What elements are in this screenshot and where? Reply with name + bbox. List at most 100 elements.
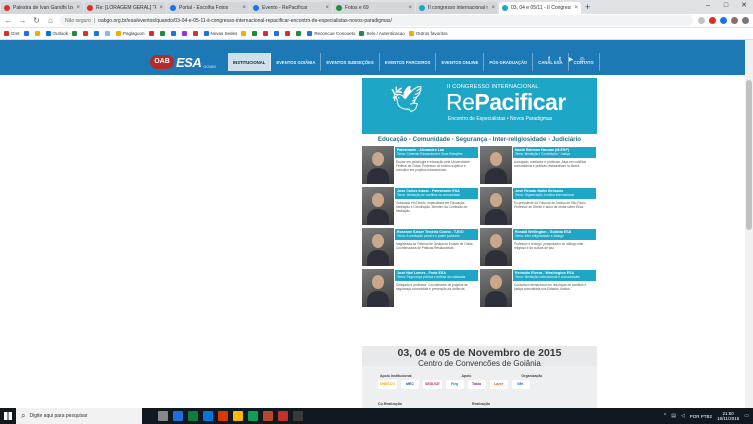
support-logo[interactable]: SEDUCE [422, 380, 442, 389]
taskbar-app-icon[interactable] [233, 411, 243, 421]
bookmark-item[interactable] [285, 31, 292, 36]
bookmark-item[interactable] [170, 31, 178, 36]
social-links: f t ▶ ◎ [545, 56, 586, 64]
speaker-header: Nacib Rahman Hannan (M-ESP) Tema: Mediaçã… [513, 147, 596, 158]
volume-icon[interactable]: ◁ [681, 413, 685, 419]
new-tab-button[interactable]: + [585, 1, 590, 14]
clock[interactable]: 21:50 16/11/2015 [717, 411, 739, 421]
profile-avatar[interactable] [731, 17, 738, 24]
bookmark-item[interactable]: Reconcue Conoueto [307, 31, 355, 36]
maximize-button[interactable]: □ [717, 0, 735, 12]
browser-tab[interactable]: II congresso internacional repac× [416, 2, 498, 14]
bookmark-item[interactable] [159, 31, 167, 36]
bookmark-item[interactable] [23, 31, 31, 36]
bookmark-item[interactable] [274, 31, 281, 36]
tray-chevron-icon[interactable]: ^ [664, 413, 666, 419]
bookmark-item[interactable] [181, 31, 189, 36]
taskbar-app-icon[interactable] [263, 411, 273, 421]
taskbar-app-icon[interactable] [293, 411, 303, 421]
support-logo[interactable]: UNESCO [378, 380, 397, 389]
taskbar-app-icon[interactable] [203, 411, 213, 421]
bookmark-item[interactable]: Selo / Autenticacao [359, 31, 405, 36]
bookmark-item[interactable] [296, 31, 303, 36]
tab-close-icon[interactable]: × [491, 5, 495, 11]
minimize-button[interactable]: – [699, 0, 717, 12]
bookmark-item[interactable] [148, 31, 156, 36]
taskbar-app-icon[interactable] [188, 411, 198, 421]
bookmark-favicon-icon [263, 31, 269, 36]
menu-item[interactable]: EVENTOS SUBSEÇÕES [321, 53, 380, 71]
network-icon[interactable]: ▤ [671, 413, 676, 419]
bookmark-item[interactable] [263, 31, 270, 36]
bookmark-item[interactable]: Outros favoritos [408, 31, 448, 36]
tab-close-icon[interactable]: × [408, 5, 412, 11]
bookmark-item[interactable] [241, 31, 248, 36]
accessibility-bar[interactable]: ◄ ACESSÍVEL PARA DEFICIENTES VISUAIS [0, 40, 745, 54]
forward-icon[interactable]: → [18, 16, 27, 25]
tab-close-icon[interactable]: × [159, 5, 163, 11]
bookmark-item[interactable] [94, 31, 101, 36]
url-input[interactable]: Não seguro | oabgo.org.br/esa/eventos/qu… [60, 15, 693, 26]
browser-tab[interactable]: Fotos e 69 × [333, 2, 415, 14]
tab-close-icon[interactable]: × [242, 5, 246, 11]
bookmark-item[interactable] [192, 31, 200, 36]
support-logo[interactable]: IMK [511, 380, 530, 389]
menu-icon[interactable] [742, 17, 749, 24]
tab-close-icon[interactable]: × [325, 5, 329, 11]
input-language[interactable]: POR PTB2 [690, 414, 712, 419]
bookmark-label: Selo / Autenticacao [366, 31, 405, 36]
site-logo[interactable]: OAB ESA GOIÁS [150, 53, 216, 71]
facebook-icon[interactable]: f [545, 56, 553, 64]
taskbar-app-icon[interactable] [278, 411, 288, 421]
support-logo[interactable]: MEC [400, 380, 419, 389]
extension-icon[interactable] [709, 17, 716, 24]
notifications-icon[interactable]: ▭ [744, 413, 749, 419]
browser-tab[interactable]: Re: [LORAGEM GERAL] "RePacific"× [84, 2, 166, 14]
menu-item[interactable]: EVENTOS ONLINE [436, 53, 485, 71]
menu-item[interactable]: EVENTOS GOIÂNIA [271, 53, 322, 71]
taskbar-app-icon[interactable] [173, 411, 183, 421]
taskbar-app-icon[interactable] [248, 411, 258, 421]
home-icon[interactable]: ⌂ [46, 16, 55, 25]
menu-item[interactable]: INSTITUCIONAL [228, 53, 272, 71]
taskbar-app-icon[interactable] [158, 411, 168, 421]
bookmark-item[interactable]: Outlook [45, 31, 68, 36]
browser-tab[interactable]: Evento - RePacificar × [250, 2, 332, 14]
tab-close-icon[interactable]: × [76, 5, 80, 11]
start-button[interactable] [0, 408, 16, 424]
support-logo[interactable]: Fieg [445, 380, 464, 389]
speaker-topic: Tema: Mediação internacional e comunidad… [515, 275, 580, 279]
bookmark-star-icon[interactable] [698, 17, 705, 24]
bookmark-item[interactable]: Novas Sedes [203, 31, 237, 36]
twitter-icon[interactable]: t [556, 56, 564, 64]
back-icon[interactable]: ← [4, 16, 13, 25]
bookmark-item[interactable] [105, 31, 112, 36]
bookmark-item[interactable] [72, 31, 79, 36]
tab-favicon-icon [170, 5, 176, 11]
tab-close-icon[interactable]: × [574, 5, 578, 11]
bookmark-item[interactable] [252, 31, 259, 36]
browser-tab[interactable]: Palestra de Ivan Gandhi Izen Ingo× [1, 2, 83, 14]
menu-item[interactable]: EVENTOS PARCEIROS [380, 53, 437, 71]
reload-icon[interactable]: ↻ [32, 16, 41, 25]
youtube-icon[interactable]: ▶ [567, 56, 575, 64]
support-logo[interactable]: Tokio [467, 380, 486, 389]
menu-item[interactable]: PÓS-GRADUAÇÃO [484, 53, 534, 71]
support-logo[interactable]: Lazer [489, 380, 508, 389]
page-scrollbar[interactable] [745, 40, 753, 408]
speaker-header: José Noé Lemes - Forte ESA Tema: Seguranç… [395, 270, 478, 281]
bookmark-item[interactable] [34, 31, 42, 36]
bookmark-item[interactable]: Paglaguon [116, 31, 145, 36]
tab-title: Portal - Escolha Fotos [179, 5, 229, 11]
close-window-button[interactable]: ✕ [735, 0, 753, 12]
security-indicator[interactable]: Não seguro [65, 18, 91, 24]
bookmark-item[interactable]: Gmt [4, 31, 20, 36]
instagram-icon[interactable]: ◎ [578, 56, 586, 64]
scrollbar-thumb[interactable] [746, 80, 752, 230]
browser-tab[interactable]: 03, 04 e 05/11 - II Congresso Inte× [499, 2, 581, 14]
bookmark-item[interactable] [83, 31, 90, 36]
taskbar-search[interactable]: ⌕ Digite aqui para pesquisar [16, 408, 142, 424]
extension-icon[interactable] [720, 17, 727, 24]
browser-tab[interactable]: Portal - Escolha Fotos × [167, 2, 249, 14]
taskbar-app-icon[interactable] [218, 411, 228, 421]
